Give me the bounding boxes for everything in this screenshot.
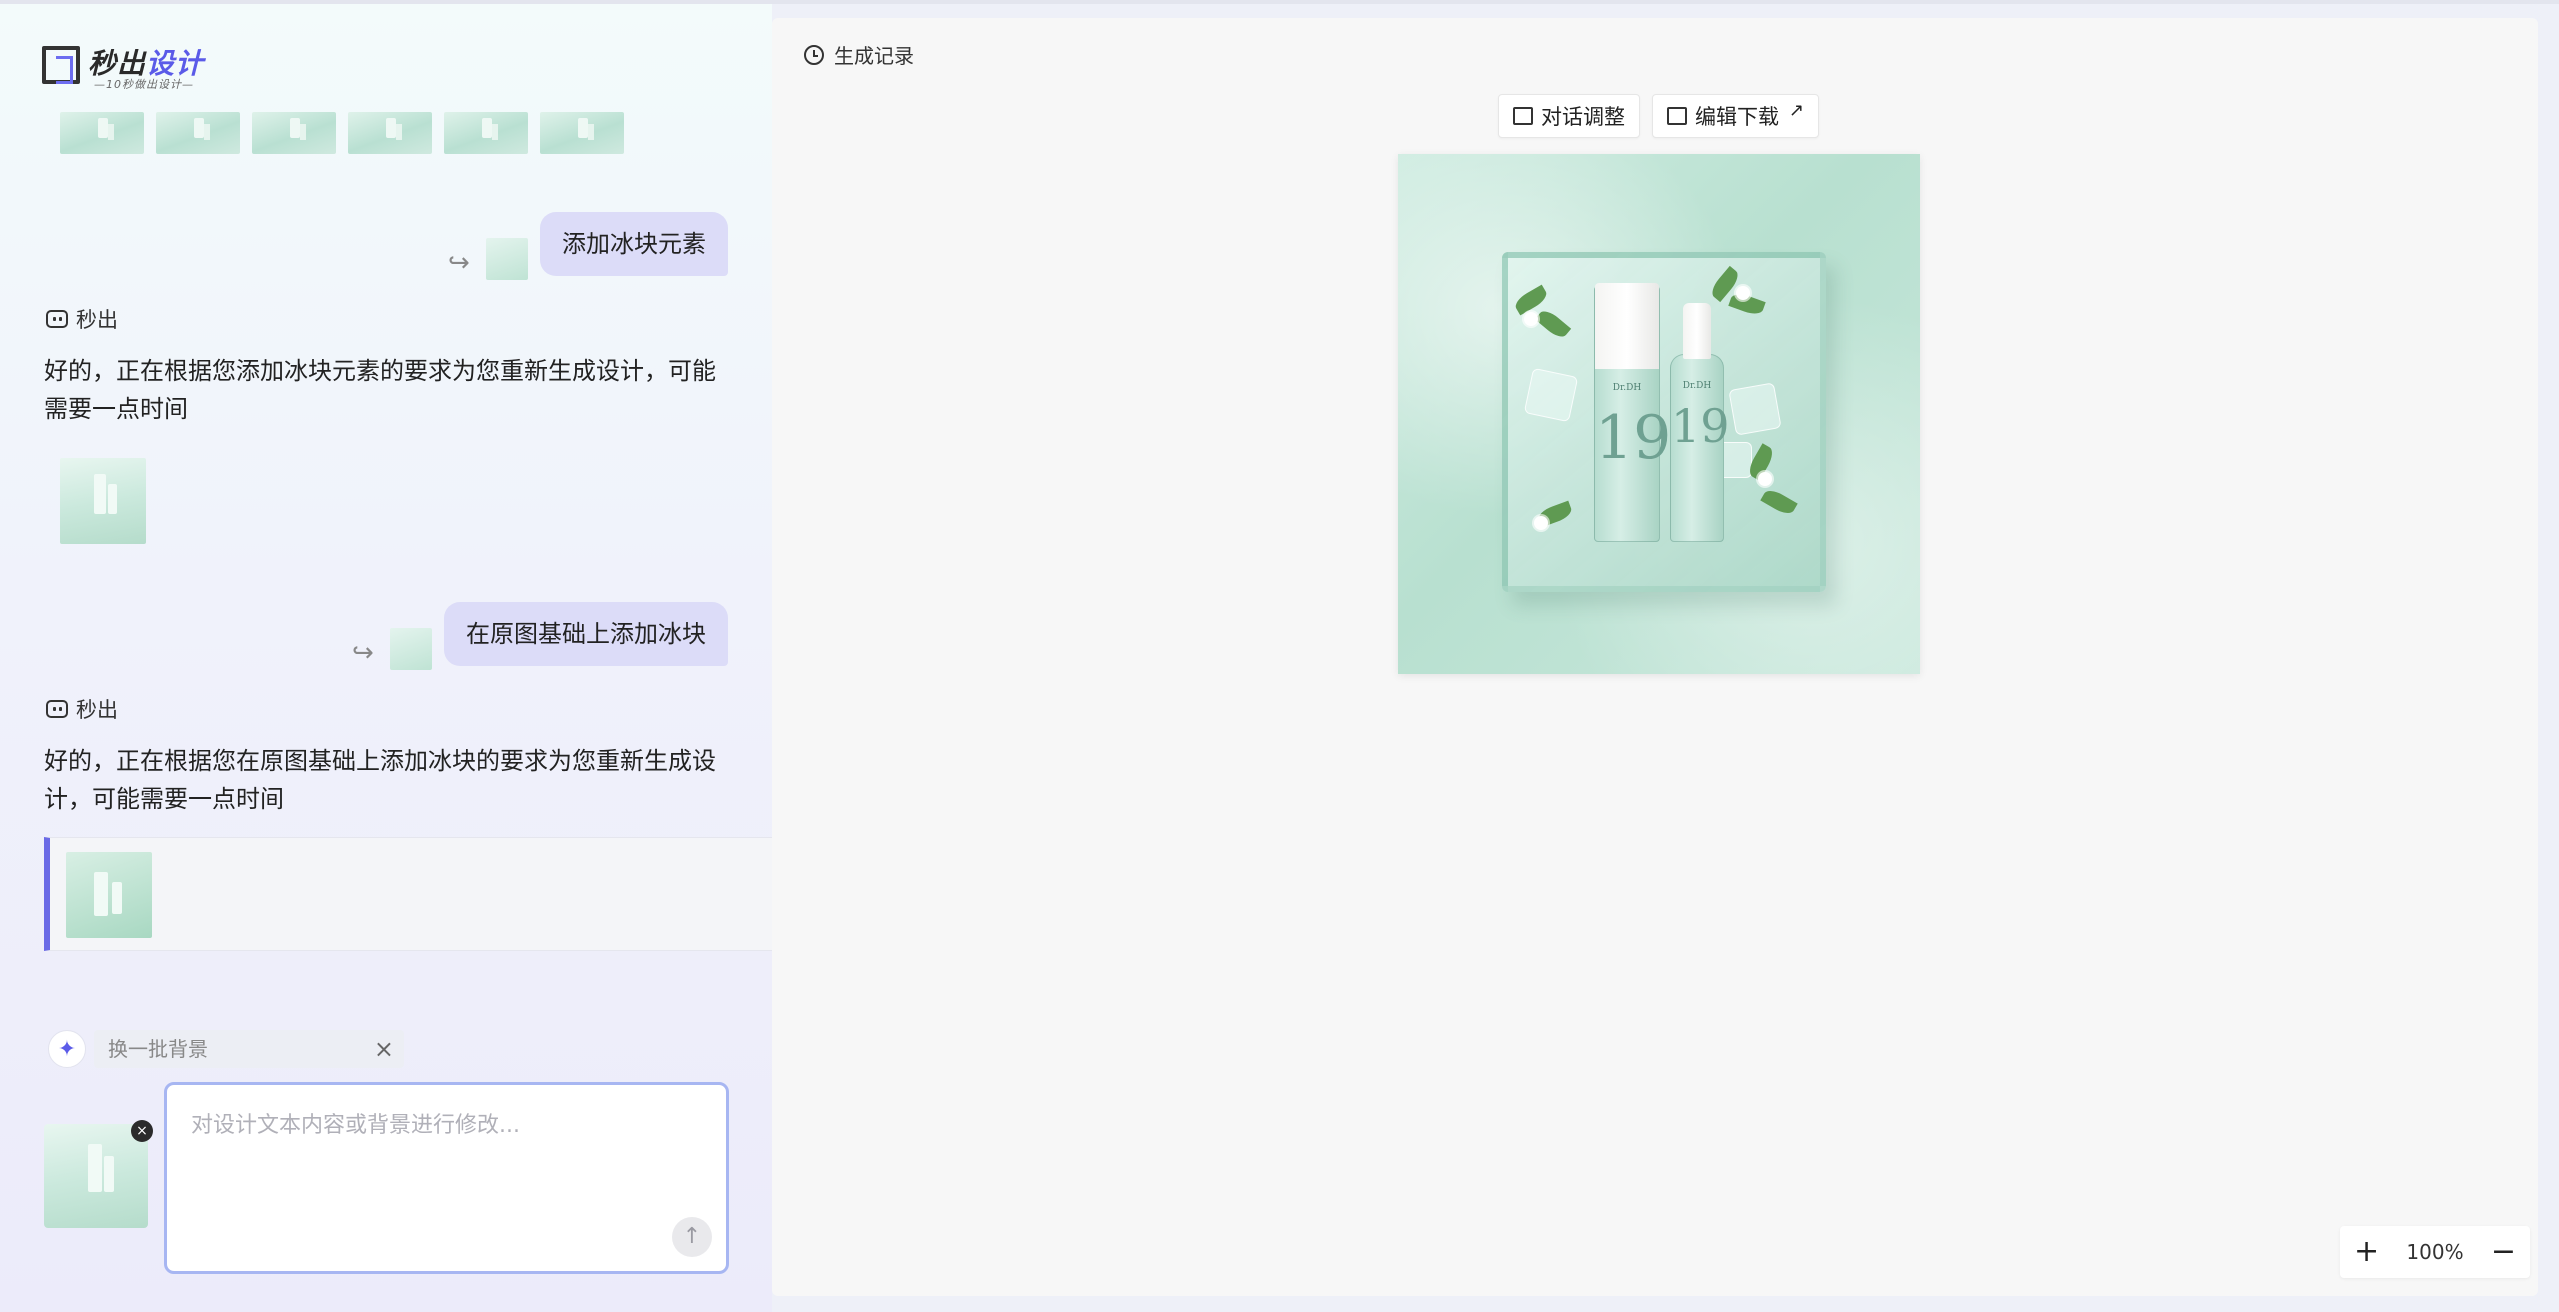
bot-message: 好的，正在根据您添加冰块元素的要求为您重新生成设计，可能需要一点时间 — [44, 357, 716, 423]
bot-icon — [46, 700, 68, 718]
large-bottle: Dr.DH 19 — [1594, 283, 1672, 542]
bot-name: 秒出 — [76, 698, 118, 722]
bot-message: 好的，正在根据您在原图基础上添加冰块的要求为您重新生成设计，可能需要一点时间 — [44, 747, 716, 813]
history-thumbnails — [60, 112, 624, 154]
bottle-number: 19 — [1595, 403, 1672, 473]
close-icon[interactable]: × — [374, 1030, 394, 1068]
generated-design-image[interactable]: Dr.DH 19 Dr.DH 19 — [1398, 154, 1920, 674]
generation-history-link[interactable]: 生成记录 — [804, 40, 914, 69]
zoom-in-button[interactable]: + — [2354, 1237, 2379, 1267]
clock-icon — [804, 44, 824, 65]
reference-thumbnail[interactable] — [390, 628, 432, 670]
edit-download-label: 编辑下载 — [1695, 105, 1779, 129]
bottle-number: 19 — [1671, 399, 1730, 453]
edit-download-button[interactable]: 编辑下载 ↗ — [1652, 94, 1820, 138]
zoom-level: 100% — [2406, 1240, 2464, 1264]
send-arrow-icon[interactable]: ↑ — [672, 1217, 712, 1257]
chat-adjust-icon — [1513, 107, 1533, 125]
reference-arrow-icon: ↪ — [352, 638, 374, 668]
suggestion-bar: ✦ 换一批背景 × — [48, 1030, 404, 1068]
chat-adjust-label: 对话调整 — [1541, 105, 1625, 129]
suggestion-text: 换一批背景 — [108, 1037, 208, 1061]
suggestion-chip[interactable]: 换一批背景 × — [94, 1030, 404, 1068]
flower — [1758, 472, 1772, 486]
history-thumbnail[interactable] — [252, 112, 336, 154]
small-bottle: Dr.DH 19 — [1670, 303, 1730, 542]
ice-cube — [1523, 367, 1579, 423]
history-thumbnail[interactable] — [348, 112, 432, 154]
chat-panel: 秒出设计 —10秒做出设计— ↪ 添加冰块元素 秒出 好的，正在根据您添加冰块元… — [0, 4, 772, 1312]
bot-icon — [46, 310, 68, 328]
generated-result-thumbnail[interactable] — [66, 852, 152, 938]
edit-icon — [1667, 107, 1687, 125]
history-thumbnail[interactable] — [156, 112, 240, 154]
preview-panel: 生成记录 对话调整 编辑下载 ↗ Dr.DH 19 Dr.DH 19 + 100… — [772, 18, 2538, 1296]
logo-mark-icon — [42, 46, 80, 84]
message-input-box: ↑ — [164, 1082, 729, 1274]
history-label: 生成记录 — [834, 44, 914, 68]
generated-result-thumbnail[interactable] — [60, 458, 146, 544]
user-message: 添加冰块元素 — [540, 212, 728, 276]
logo-tagline: —10秒做出设计— — [94, 78, 194, 91]
flower — [1736, 286, 1750, 300]
zoom-controls: + 100% − — [2340, 1226, 2530, 1278]
logo[interactable]: 秒出设计 —10秒做出设计— — [42, 42, 222, 92]
chat-adjust-button[interactable]: 对话调整 — [1498, 94, 1640, 138]
attached-image-thumbnail[interactable] — [44, 1124, 148, 1228]
bot-header: 秒出 — [46, 694, 118, 724]
external-arrow-icon: ↗ — [1789, 99, 1805, 121]
flower — [1534, 516, 1548, 530]
bottle-brand: Dr.DH — [1682, 381, 1712, 391]
bot-name: 秒出 — [76, 308, 118, 332]
message-input[interactable] — [167, 1085, 726, 1271]
remove-attachment-close-icon[interactable]: × — [131, 1120, 153, 1142]
bot-header: 秒出 — [46, 304, 118, 334]
reference-arrow-icon: ↪ — [448, 248, 470, 278]
zoom-out-button[interactable]: − — [2491, 1237, 2516, 1267]
reference-thumbnail[interactable] — [486, 238, 528, 280]
sparkle-icon[interactable]: ✦ — [48, 1030, 86, 1068]
history-thumbnail[interactable] — [444, 112, 528, 154]
history-thumbnail[interactable] — [60, 112, 144, 154]
selected-result-row[interactable] — [44, 837, 772, 951]
user-message: 在原图基础上添加冰块 — [444, 602, 728, 666]
history-thumbnail[interactable] — [540, 112, 624, 154]
flower — [1524, 312, 1538, 326]
ice-cube — [1728, 382, 1782, 436]
bottle-brand: Dr.DH — [1612, 383, 1642, 393]
